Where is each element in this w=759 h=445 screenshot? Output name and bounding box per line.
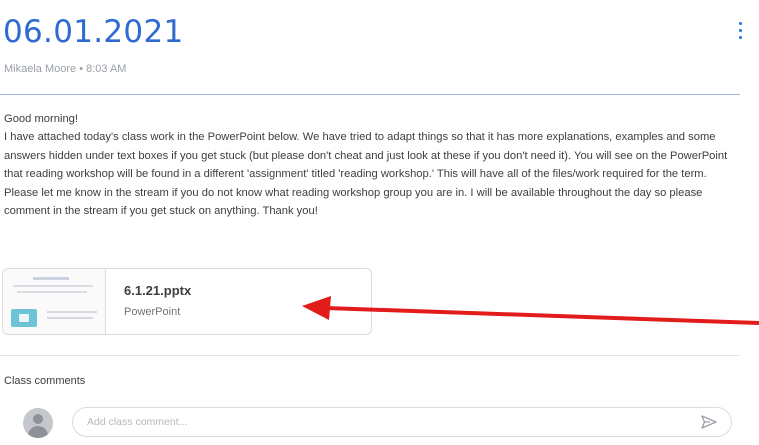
attachment-type: PowerPoint [124, 306, 181, 318]
avatar-icon [23, 408, 53, 438]
class-comments-heading: Class comments [4, 375, 86, 387]
attachment-thumbnail [3, 269, 106, 334]
post-greeting: Good morning! [4, 113, 79, 125]
post-meta: Mikaela Moore • 8:03 AM [4, 63, 127, 75]
comment-input[interactable] [87, 408, 667, 436]
attachment-name[interactable]: 6.1.21.pptx [124, 283, 191, 298]
comment-box[interactable] [72, 407, 732, 437]
header-divider [0, 94, 740, 95]
post-body: Good morning! I have attached today's cl… [4, 110, 744, 220]
annotation-arrow-shaft [324, 306, 759, 325]
annotation-arrow-head [302, 296, 331, 320]
more-options-icon[interactable] [733, 20, 747, 42]
annotation-arrow [302, 296, 759, 325]
post-message: I have attached today's class work in th… [4, 131, 728, 218]
send-icon[interactable] [701, 415, 717, 429]
post-title: 06.01.2021 [3, 14, 184, 50]
comments-divider [0, 355, 740, 356]
